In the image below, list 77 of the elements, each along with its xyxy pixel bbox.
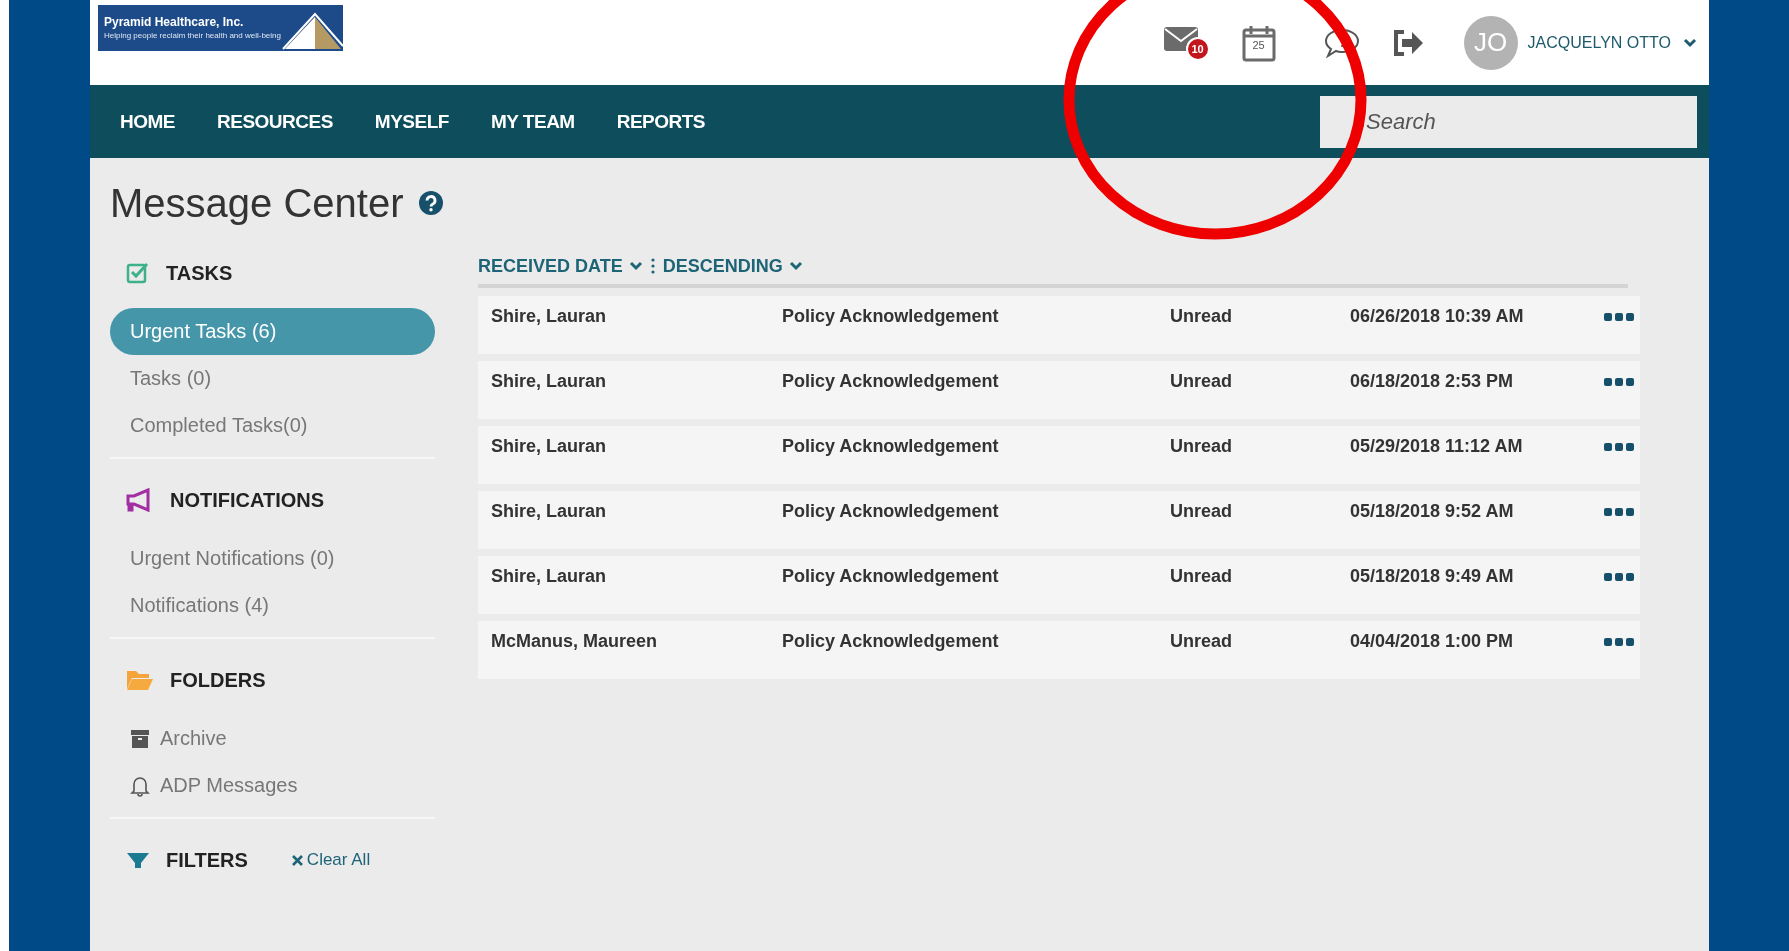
subject-cell-text: Policy Acknowledgement [782, 306, 1000, 328]
calendar-icon [1241, 23, 1276, 62]
sender-cell-text: Shire, Lauran [491, 436, 608, 458]
folder-icon [126, 669, 154, 691]
nav-link[interactable]: MY TEAM [490, 110, 575, 133]
more-options-icon[interactable] [1604, 312, 1634, 322]
subject-cell-text: Policy Acknowledgement [782, 631, 1000, 653]
message-row[interactable]: Shire, Lauran Policy Acknowledgement Unread 05/18/2018 9:52 AM [478, 491, 1640, 549]
message-row[interactable]: McManus, Maureen Policy Acknowledgement Unread 04/04/2018 1:00 PM [478, 621, 1640, 679]
chevron-down-icon [1683, 37, 1697, 48]
sender-cell-text: McManus, Maureen [491, 631, 659, 653]
nav-link[interactable]: REPORTS [616, 110, 706, 133]
date-cell-text: 06/18/2018 2:53 PM [1350, 371, 1515, 393]
company-logo[interactable]: Pyramid Healthcare, Inc. Helping people reclaim their health and well-being [98, 4, 343, 51]
message-row[interactable]: Shire, Lauran Policy Acknowledgement Unread 06/18/2018 2:53 PM [478, 361, 1640, 419]
message-row[interactable]: Shire, Lauran Policy Acknowledgement Unread 06/26/2018 10:39 AM [478, 296, 1640, 354]
sender-cell-text: Shire, Lauran [491, 306, 608, 328]
date-cell-text: 04/04/2018 1:00 PM [1350, 631, 1515, 653]
sidebar-item[interactable]: Archive [110, 715, 435, 762]
sidebar-item[interactable]: Completed Tasks(0) [110, 402, 435, 449]
sender-cell-text: Shire, Lauran [491, 371, 608, 393]
more-options-icon[interactable] [1604, 507, 1634, 517]
calendar-button[interactable]: 25 [1241, 23, 1276, 62]
section-heading: TASKS [166, 261, 233, 285]
sender-cell-text: Shire, Lauran [491, 566, 608, 588]
chevron-down-icon [788, 261, 803, 271]
chevron-down-icon [628, 261, 643, 271]
status-cell-text: Unread [1170, 306, 1233, 328]
message-row[interactable]: Shire, Lauran Policy Acknowledgement Unread 05/18/2018 9:49 AM [478, 556, 1640, 614]
sidebar-item[interactable]: Urgent Notifications (0) [110, 535, 435, 582]
status-cell-text: Unread [1170, 436, 1233, 458]
sidebar-item[interactable]: ADP Messages [110, 762, 435, 809]
archive-box-icon [130, 728, 150, 749]
status-cell-text: Unread [1170, 501, 1233, 523]
nav-link[interactable]: HOME [120, 110, 175, 133]
subject-cell-text: Policy Acknowledgement [782, 501, 1000, 523]
logo-tagline: Helping people reclaim their health and well-being [104, 31, 281, 40]
date-cell-text: 05/29/2018 11:12 AM [1350, 436, 1524, 458]
message-row[interactable]: Shire, Lauran Policy Acknowledgement Unread 05/29/2018 11:12 AM [478, 426, 1640, 484]
status-cell-text: Unread [1170, 566, 1233, 588]
bell-icon [130, 774, 150, 797]
sort-order-dropdown[interactable]: DESCENDING [662, 255, 803, 277]
checkbox-icon [126, 261, 150, 285]
filter-icon [126, 852, 150, 868]
status-cell-text: Unread [1170, 631, 1233, 653]
page-title: Message Center [110, 180, 404, 226]
help-bubble-icon[interactable] [1323, 26, 1360, 59]
date-cell-text: 05/18/2018 9:49 AM [1350, 566, 1515, 588]
more-options-icon[interactable] [1604, 442, 1634, 452]
help-icon[interactable] [419, 191, 444, 215]
logo-name: Pyramid Healthcare, Inc. [104, 15, 245, 29]
section-heading: FOLDERS [170, 668, 266, 692]
nav-link[interactable]: MYSELF [374, 110, 449, 133]
vertical-dots-icon [650, 258, 655, 274]
clear-all-link[interactable]: Clear All [291, 850, 371, 870]
date-cell-text: 06/26/2018 10:39 AM [1350, 306, 1525, 328]
mail-button[interactable]: 10 [1163, 24, 1210, 61]
sidebar-item[interactable]: Notifications (4) [110, 582, 435, 629]
status-cell-text: Unread [1170, 371, 1233, 393]
section-heading: FILTERS [166, 848, 248, 872]
more-options-icon[interactable] [1604, 572, 1634, 582]
sidebar-item[interactable]: Tasks (0) [110, 355, 435, 402]
subject-cell-text: Policy Acknowledgement [782, 566, 1000, 588]
section-heading: NOTIFICATIONS [170, 488, 325, 512]
user-name[interactable]: JACQUELYN OTTO [1527, 33, 1671, 52]
close-icon [291, 854, 303, 866]
search-field[interactable]: Search [1320, 95, 1697, 148]
subject-cell-text: Policy Acknowledgement [782, 436, 1000, 458]
calendar-day: 25 [1241, 38, 1276, 51]
date-cell-text: 05/18/2018 9:52 AM [1350, 501, 1515, 523]
nav-link[interactable]: RESOURCES [217, 110, 333, 133]
subject-cell-text: Policy Acknowledgement [782, 371, 1000, 393]
sender-cell-text: Shire, Lauran [491, 501, 608, 523]
more-options-icon[interactable] [1604, 637, 1634, 647]
logout-icon[interactable] [1391, 28, 1424, 57]
sort-field-dropdown[interactable]: RECEIVED DATE [478, 255, 643, 277]
more-options-icon[interactable] [1604, 377, 1634, 387]
